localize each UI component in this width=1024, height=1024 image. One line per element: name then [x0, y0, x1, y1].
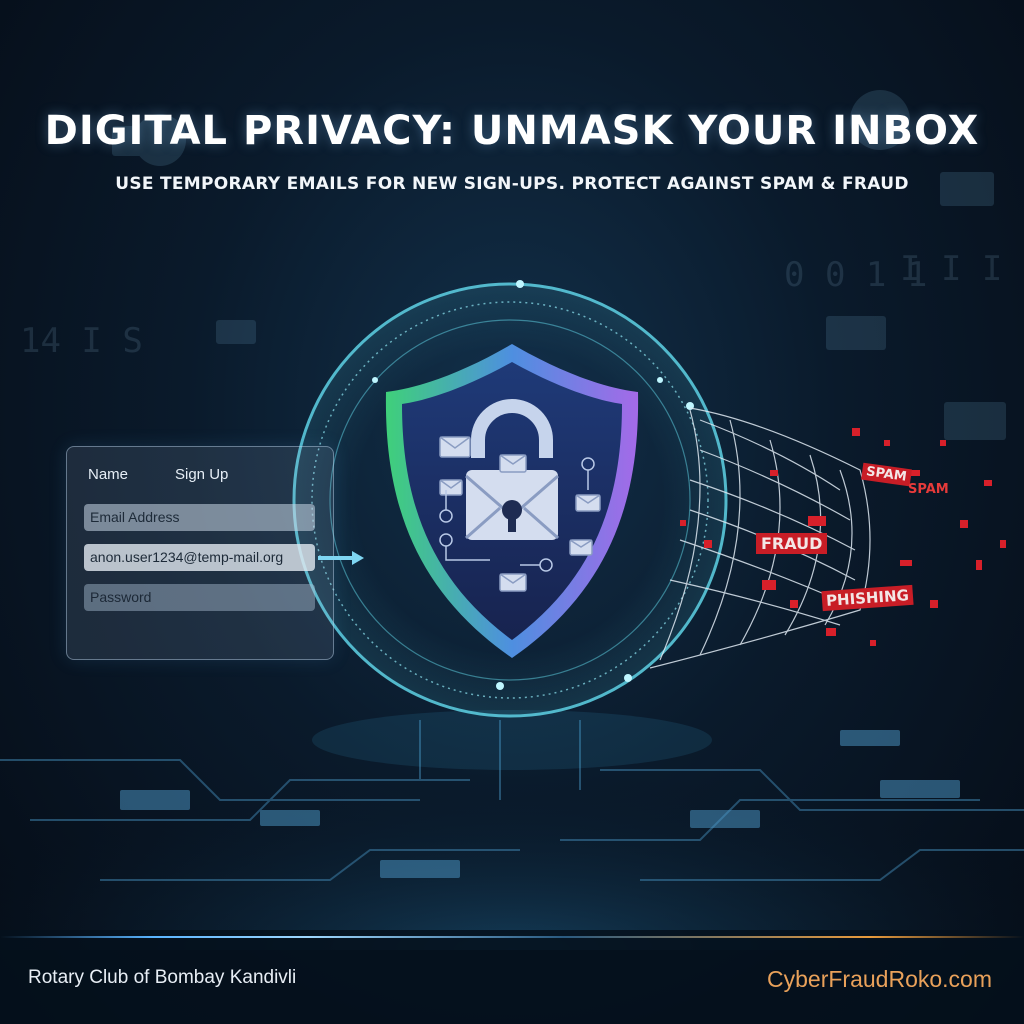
page-title: DIGITAL PRIVACY: UNMASK YOUR INBOX [44, 108, 980, 154]
tab-name[interactable]: Name [88, 466, 128, 483]
footer-website-link[interactable]: CyberFraudRoko.com [767, 966, 992, 993]
footer-organization: Rotary Club of Bombay Kandivli [28, 967, 297, 988]
signup-form-panel: Name Sign Up Email Address anon.user1234… [66, 446, 334, 660]
arrow-right-icon [318, 551, 364, 565]
threat-label-spam-2: SPAM [908, 482, 949, 497]
password-field[interactable]: Password [84, 584, 315, 611]
footer-divider [0, 936, 1024, 938]
page-subtitle: USE TEMPORARY EMAILS FOR NEW SIGN-UPS. P… [115, 174, 909, 194]
threat-label-fraud: FRAUD [756, 533, 828, 554]
email-address-field[interactable]: Email Address [84, 504, 315, 531]
temp-email-field[interactable]: anon.user1234@temp-mail.org [84, 544, 315, 571]
tab-sign-up[interactable]: Sign Up [175, 466, 228, 483]
